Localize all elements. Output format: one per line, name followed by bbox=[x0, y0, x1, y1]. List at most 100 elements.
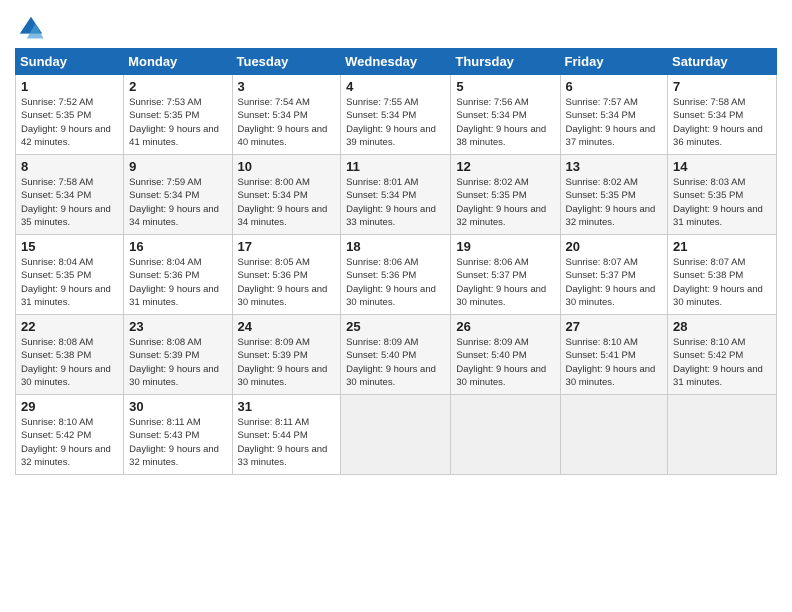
day-info: Sunrise: 8:04 AMSunset: 5:36 PMDaylight:… bbox=[129, 257, 219, 308]
day-cell: 30 Sunrise: 8:11 AMSunset: 5:43 PMDayligh… bbox=[124, 395, 232, 475]
day-number: 5 bbox=[456, 79, 554, 94]
day-cell: 22Sunrise: 8:08 AMSunset: 5:38 PMDayligh… bbox=[16, 315, 124, 395]
week-row-2: 8 Sunrise: 7:58 AMSunset: 5:34 PMDaylight… bbox=[16, 155, 777, 235]
day-number: 21 bbox=[673, 239, 771, 254]
day-cell: 12Sunrise: 8:02 AMSunset: 5:35 PMDayligh… bbox=[451, 155, 560, 235]
day-cell bbox=[341, 395, 451, 475]
day-cell: 2 Sunrise: 7:53 AMSunset: 5:35 PMDaylight… bbox=[124, 75, 232, 155]
day-info: Sunrise: 7:52 AMSunset: 5:35 PMDaylight:… bbox=[21, 97, 111, 148]
weekday-header-tuesday: Tuesday bbox=[232, 49, 341, 75]
day-number: 11 bbox=[346, 159, 445, 174]
day-number: 25 bbox=[346, 319, 445, 334]
logo bbox=[15, 14, 45, 42]
week-row-4: 22Sunrise: 8:08 AMSunset: 5:38 PMDayligh… bbox=[16, 315, 777, 395]
day-info: Sunrise: 7:59 AMSunset: 5:34 PMDaylight:… bbox=[129, 177, 219, 228]
day-number: 30 bbox=[129, 399, 226, 414]
day-number: 14 bbox=[673, 159, 771, 174]
weekday-header-thursday: Thursday bbox=[451, 49, 560, 75]
day-cell: 16 Sunrise: 8:04 AMSunset: 5:36 PMDayligh… bbox=[124, 235, 232, 315]
day-info: Sunrise: 7:58 AMSunset: 5:34 PMDaylight:… bbox=[21, 177, 111, 228]
day-cell: 6 Sunrise: 7:57 AMSunset: 5:34 PMDaylight… bbox=[560, 75, 668, 155]
day-info: Sunrise: 8:08 AMSunset: 5:38 PMDaylight:… bbox=[21, 337, 111, 388]
day-number: 16 bbox=[129, 239, 226, 254]
day-number: 7 bbox=[673, 79, 771, 94]
day-number: 19 bbox=[456, 239, 554, 254]
day-info: Sunrise: 8:08 AMSunset: 5:39 PMDaylight:… bbox=[129, 337, 219, 388]
day-number: 8 bbox=[21, 159, 118, 174]
day-cell: 1 Sunrise: 7:52 AMSunset: 5:35 PMDaylight… bbox=[16, 75, 124, 155]
day-info: Sunrise: 8:10 AMSunset: 5:41 PMDaylight:… bbox=[566, 337, 656, 388]
day-info: Sunrise: 8:07 AMSunset: 5:37 PMDaylight:… bbox=[566, 257, 656, 308]
day-info: Sunrise: 7:53 AMSunset: 5:35 PMDaylight:… bbox=[129, 97, 219, 148]
day-cell: 21 Sunrise: 8:07 AMSunset: 5:38 PMDayligh… bbox=[668, 235, 777, 315]
day-cell: 5 Sunrise: 7:56 AMSunset: 5:34 PMDaylight… bbox=[451, 75, 560, 155]
day-number: 18 bbox=[346, 239, 445, 254]
day-cell: 24Sunrise: 8:09 AMSunset: 5:39 PMDayligh… bbox=[232, 315, 341, 395]
day-cell: 7 Sunrise: 7:58 AMSunset: 5:34 PMDaylight… bbox=[668, 75, 777, 155]
header bbox=[15, 10, 777, 42]
weekday-header-row: SundayMondayTuesdayWednesdayThursdayFrid… bbox=[16, 49, 777, 75]
weekday-header-monday: Monday bbox=[124, 49, 232, 75]
day-cell: 15Sunrise: 8:04 AMSunset: 5:35 PMDayligh… bbox=[16, 235, 124, 315]
day-number: 28 bbox=[673, 319, 771, 334]
day-cell: 26Sunrise: 8:09 AMSunset: 5:40 PMDayligh… bbox=[451, 315, 560, 395]
day-cell: 19 Sunrise: 8:06 AMSunset: 5:37 PMDayligh… bbox=[451, 235, 560, 315]
day-info: Sunrise: 8:01 AMSunset: 5:34 PMDaylight:… bbox=[346, 177, 436, 228]
day-info: Sunrise: 8:07 AMSunset: 5:38 PMDaylight:… bbox=[673, 257, 763, 308]
calendar-table: SundayMondayTuesdayWednesdayThursdayFrid… bbox=[15, 48, 777, 475]
day-info: Sunrise: 8:02 AMSunset: 5:35 PMDaylight:… bbox=[456, 177, 546, 228]
day-info: Sunrise: 8:05 AMSunset: 5:36 PMDaylight:… bbox=[238, 257, 328, 308]
day-number: 6 bbox=[566, 79, 663, 94]
day-cell: 23 Sunrise: 8:08 AMSunset: 5:39 PMDayligh… bbox=[124, 315, 232, 395]
day-info: Sunrise: 8:06 AMSunset: 5:36 PMDaylight:… bbox=[346, 257, 436, 308]
logo-icon bbox=[17, 14, 45, 42]
day-number: 3 bbox=[238, 79, 336, 94]
week-row-3: 15Sunrise: 8:04 AMSunset: 5:35 PMDayligh… bbox=[16, 235, 777, 315]
day-cell: 28Sunrise: 8:10 AMSunset: 5:42 PMDayligh… bbox=[668, 315, 777, 395]
day-cell: 14 Sunrise: 8:03 AMSunset: 5:35 PMDayligh… bbox=[668, 155, 777, 235]
weekday-header-sunday: Sunday bbox=[16, 49, 124, 75]
page-container: SundayMondayTuesdayWednesdayThursdayFrid… bbox=[0, 0, 792, 485]
day-info: Sunrise: 8:11 AMSunset: 5:44 PMDaylight:… bbox=[238, 417, 328, 468]
day-cell: 17 Sunrise: 8:05 AMSunset: 5:36 PMDayligh… bbox=[232, 235, 341, 315]
day-cell: 3Sunrise: 7:54 AMSunset: 5:34 PMDaylight… bbox=[232, 75, 341, 155]
day-info: Sunrise: 8:00 AMSunset: 5:34 PMDaylight:… bbox=[238, 177, 328, 228]
day-cell bbox=[451, 395, 560, 475]
day-cell: 11 Sunrise: 8:01 AMSunset: 5:34 PMDayligh… bbox=[341, 155, 451, 235]
day-info: Sunrise: 8:10 AMSunset: 5:42 PMDaylight:… bbox=[21, 417, 111, 468]
day-info: Sunrise: 7:56 AMSunset: 5:34 PMDaylight:… bbox=[456, 97, 546, 148]
day-number: 24 bbox=[238, 319, 336, 334]
day-cell: 31 Sunrise: 8:11 AMSunset: 5:44 PMDayligh… bbox=[232, 395, 341, 475]
day-cell bbox=[668, 395, 777, 475]
week-row-5: 29 Sunrise: 8:10 AMSunset: 5:42 PMDayligh… bbox=[16, 395, 777, 475]
weekday-header-friday: Friday bbox=[560, 49, 668, 75]
day-cell: 27Sunrise: 8:10 AMSunset: 5:41 PMDayligh… bbox=[560, 315, 668, 395]
day-number: 1 bbox=[21, 79, 118, 94]
day-number: 26 bbox=[456, 319, 554, 334]
day-cell: 4Sunrise: 7:55 AMSunset: 5:34 PMDaylight… bbox=[341, 75, 451, 155]
day-number: 23 bbox=[129, 319, 226, 334]
day-number: 29 bbox=[21, 399, 118, 414]
day-cell: 18 Sunrise: 8:06 AMSunset: 5:36 PMDayligh… bbox=[341, 235, 451, 315]
day-info: Sunrise: 8:11 AMSunset: 5:43 PMDaylight:… bbox=[129, 417, 219, 468]
day-info: Sunrise: 7:58 AMSunset: 5:34 PMDaylight:… bbox=[673, 97, 763, 148]
day-number: 9 bbox=[129, 159, 226, 174]
weekday-header-saturday: Saturday bbox=[668, 49, 777, 75]
day-info: Sunrise: 8:02 AMSunset: 5:35 PMDaylight:… bbox=[566, 177, 656, 228]
day-number: 10 bbox=[238, 159, 336, 174]
day-cell: 8 Sunrise: 7:58 AMSunset: 5:34 PMDaylight… bbox=[16, 155, 124, 235]
day-number: 31 bbox=[238, 399, 336, 414]
weekday-header-wednesday: Wednesday bbox=[341, 49, 451, 75]
day-info: Sunrise: 7:55 AMSunset: 5:34 PMDaylight:… bbox=[346, 97, 436, 148]
day-number: 15 bbox=[21, 239, 118, 254]
day-info: Sunrise: 8:06 AMSunset: 5:37 PMDaylight:… bbox=[456, 257, 546, 308]
day-info: Sunrise: 8:03 AMSunset: 5:35 PMDaylight:… bbox=[673, 177, 763, 228]
day-cell: 20Sunrise: 8:07 AMSunset: 5:37 PMDayligh… bbox=[560, 235, 668, 315]
day-info: Sunrise: 7:57 AMSunset: 5:34 PMDaylight:… bbox=[566, 97, 656, 148]
day-cell: 13Sunrise: 8:02 AMSunset: 5:35 PMDayligh… bbox=[560, 155, 668, 235]
day-number: 17 bbox=[238, 239, 336, 254]
day-info: Sunrise: 8:09 AMSunset: 5:40 PMDaylight:… bbox=[346, 337, 436, 388]
day-cell: 9 Sunrise: 7:59 AMSunset: 5:34 PMDaylight… bbox=[124, 155, 232, 235]
week-row-1: 1 Sunrise: 7:52 AMSunset: 5:35 PMDaylight… bbox=[16, 75, 777, 155]
day-number: 2 bbox=[129, 79, 226, 94]
